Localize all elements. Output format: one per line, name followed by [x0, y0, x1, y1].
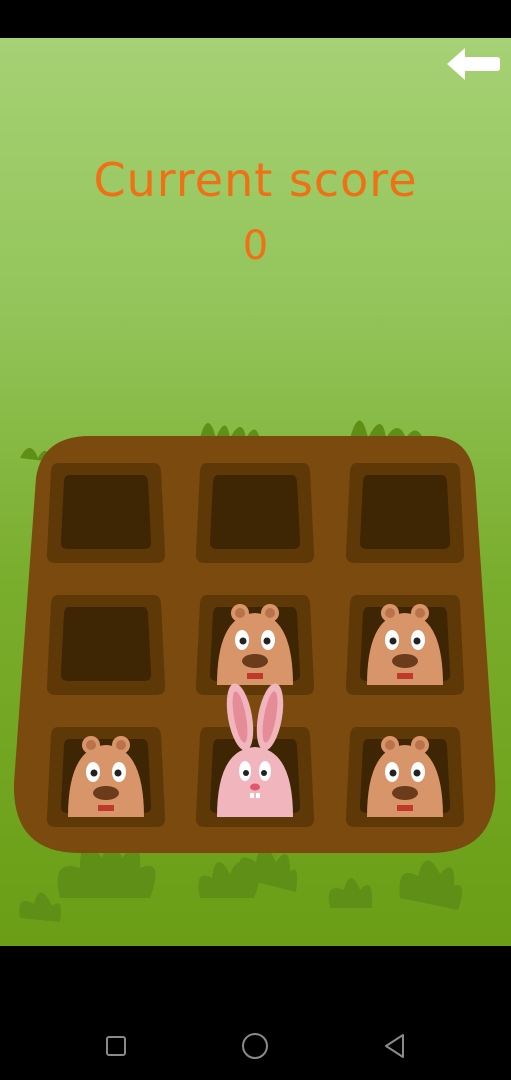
- hole-r2c3[interactable]: [345, 595, 465, 695]
- hole-r1c3[interactable]: [345, 463, 465, 563]
- hole-r1c1[interactable]: [46, 463, 166, 563]
- hole-r3c1[interactable]: [46, 727, 166, 827]
- hole-r3c2[interactable]: [195, 681, 315, 827]
- hole-r2c1[interactable]: [46, 595, 166, 695]
- triangle-back-icon[interactable]: [382, 1033, 408, 1059]
- hole-r2c2[interactable]: [195, 595, 315, 695]
- square-icon[interactable]: [105, 1035, 127, 1057]
- circle-icon[interactable]: [241, 1032, 269, 1060]
- hole-r3c3[interactable]: [345, 727, 465, 827]
- hole-r1c2[interactable]: [195, 463, 315, 563]
- system-navigation-bar: [0, 946, 511, 1080]
- game-screen: Current score 0: [0, 38, 511, 946]
- status-bar: [0, 0, 511, 38]
- holes-layer: [46, 463, 465, 827]
